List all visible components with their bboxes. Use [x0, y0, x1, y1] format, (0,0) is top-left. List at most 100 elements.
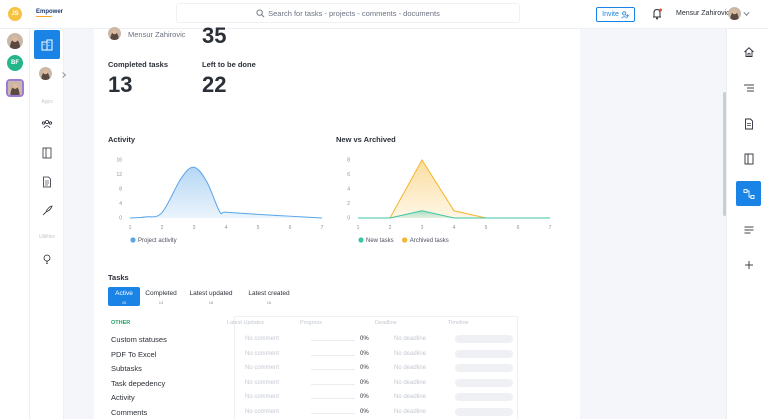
wiki-button[interactable]	[736, 146, 761, 171]
x-tick-label: 4	[453, 225, 456, 231]
deadline-value: No deadline	[394, 336, 427, 342]
project-sidebar: Apps Utilities	[30, 29, 64, 419]
team-icon[interactable]	[41, 118, 53, 130]
series-area	[358, 160, 550, 218]
y-tick-label: 4	[119, 201, 122, 207]
tab-count: 13	[158, 300, 164, 305]
bell-icon[interactable]	[652, 8, 662, 20]
user-name[interactable]: Mensur Zahirovic	[676, 10, 730, 17]
x-tick-label: 7	[549, 225, 552, 231]
timeline-bar[interactable]	[455, 408, 513, 416]
progress-percent: 0%	[360, 336, 369, 342]
invite-label: Invite	[602, 11, 619, 18]
completed-tasks-value: 13	[108, 72, 133, 97]
task-name: Activity	[111, 393, 135, 403]
add-app-button[interactable]	[736, 252, 761, 277]
tab-active[interactable]: Active 26	[108, 287, 140, 306]
tab-latest-updated[interactable]: Latest updated 18	[182, 287, 240, 306]
tab-count: 26	[121, 300, 127, 305]
workspace-avatar-selected[interactable]	[6, 79, 24, 97]
latest-comment: No comment	[245, 336, 280, 342]
timeline-bar[interactable]	[455, 364, 513, 373]
table-row[interactable]: Activity No comment 0% No deadline	[111, 391, 517, 405]
brand-logo[interactable]: Empower	[36, 9, 63, 17]
table-row[interactable]: Custom statuses No comment 0% No deadline	[111, 333, 517, 347]
group-header: OTHER	[111, 320, 131, 326]
table-row[interactable]: PDF To Excel No comment 0% No deadline	[111, 348, 517, 362]
tab-label: Latest created	[248, 290, 290, 297]
rocket-icon[interactable]	[41, 205, 53, 217]
lightbulb-icon[interactable]	[41, 253, 53, 265]
table-row[interactable]: Task depedency No comment 0% No deadline	[111, 377, 517, 391]
document-icon[interactable]	[41, 176, 53, 188]
timeline-bar[interactable]	[455, 349, 513, 358]
chevron-right-icon[interactable]	[61, 72, 67, 78]
user-avatar[interactable]	[728, 7, 741, 20]
timeline-bar[interactable]	[455, 378, 513, 387]
tab-count: 18	[208, 300, 214, 305]
workflow-button[interactable]	[736, 181, 761, 206]
sidebar-item-dashboard[interactable]	[34, 30, 60, 59]
progress-bar	[311, 369, 355, 371]
y-tick-label: 16	[116, 158, 122, 164]
timeline-bar[interactable]	[455, 335, 513, 343]
plus-icon	[744, 260, 753, 269]
deadline-value: No deadline	[394, 379, 427, 386]
manager-name: Mensur Zahirovic	[128, 30, 186, 39]
workspace-bf[interactable]: BF	[7, 55, 23, 71]
y-tick-label: 12	[116, 172, 122, 178]
book-icon	[744, 153, 753, 164]
latest-comment: No comment	[245, 409, 280, 415]
left-to-do-value: 22	[202, 72, 227, 97]
tab-completed[interactable]: Completed 13	[140, 287, 182, 306]
progress-percent: 0%	[360, 394, 369, 401]
progress-bar	[311, 354, 355, 356]
book-icon[interactable]	[41, 147, 53, 159]
workspace-logo-badge[interactable]: JS	[8, 7, 22, 21]
task-name: Subtasks	[111, 364, 142, 374]
workflow-icon	[743, 188, 754, 199]
tab-label: Completed	[145, 290, 177, 297]
task-name: Custom statuses	[111, 335, 167, 344]
tab-count: 16	[266, 300, 272, 305]
legend-swatch	[402, 237, 408, 243]
task-list-button[interactable]	[736, 75, 761, 100]
progress-percent: 0%	[360, 350, 369, 357]
series-line	[358, 159, 550, 219]
progress-percent: 0%	[360, 409, 369, 415]
x-tick-label: 3	[421, 225, 424, 231]
activity-chart: 04812161 2 3 4 5 6 7Project activity	[116, 158, 324, 244]
table-row[interactable]: Comments No comment 0% No deadline	[111, 406, 517, 419]
search-bar[interactable]: Search for tasks - projects - comments -…	[176, 3, 520, 23]
invite-button[interactable]: Invite	[596, 7, 635, 22]
align-left-icon	[744, 226, 753, 233]
series-area	[130, 167, 322, 218]
right-toolbar	[726, 29, 768, 419]
tab-latest-created[interactable]: Latest created 16	[240, 287, 298, 306]
documents-button[interactable]	[736, 111, 761, 136]
notes-button[interactable]	[736, 217, 761, 242]
latest-comment: No comment	[245, 350, 280, 357]
legend-label: Project activity	[138, 238, 177, 244]
y-tick-label: 8	[119, 187, 122, 193]
x-tick-label: 2	[389, 225, 392, 231]
x-tick-label: 7	[321, 225, 324, 231]
table-row[interactable]: Subtasks No comment 0% No deadline	[111, 362, 517, 376]
new-vs-archived-chart: 0 2 4 6 8 1 2 3 4 5 6 7 New tasks Archived tasks	[347, 158, 552, 244]
home-button[interactable]	[736, 39, 761, 64]
deadline-value: No deadline	[394, 409, 427, 415]
workspace-avatar-1[interactable]	[7, 33, 23, 49]
x-tick-label: 3	[193, 225, 196, 231]
home-icon	[743, 46, 754, 57]
sidebar-section-utilities: Utilities	[38, 234, 56, 240]
task-tabs: Active 26 Completed 13 Latest updated 18…	[108, 287, 298, 306]
chevron-down-icon[interactable]	[743, 11, 750, 17]
y-tick-label: 6	[347, 172, 350, 178]
tab-label: Latest updated	[189, 290, 233, 297]
left-to-do-label: Left to be done	[202, 60, 256, 69]
x-tick-label: 1	[129, 225, 132, 231]
sidebar-member-avatar[interactable]	[39, 67, 52, 80]
dashboard-panel: Mensur Zahirovic 35 Completed tasks 13 L…	[94, 23, 580, 419]
timeline-bar[interactable]	[455, 393, 513, 402]
y-tick-label: 4	[347, 187, 350, 193]
